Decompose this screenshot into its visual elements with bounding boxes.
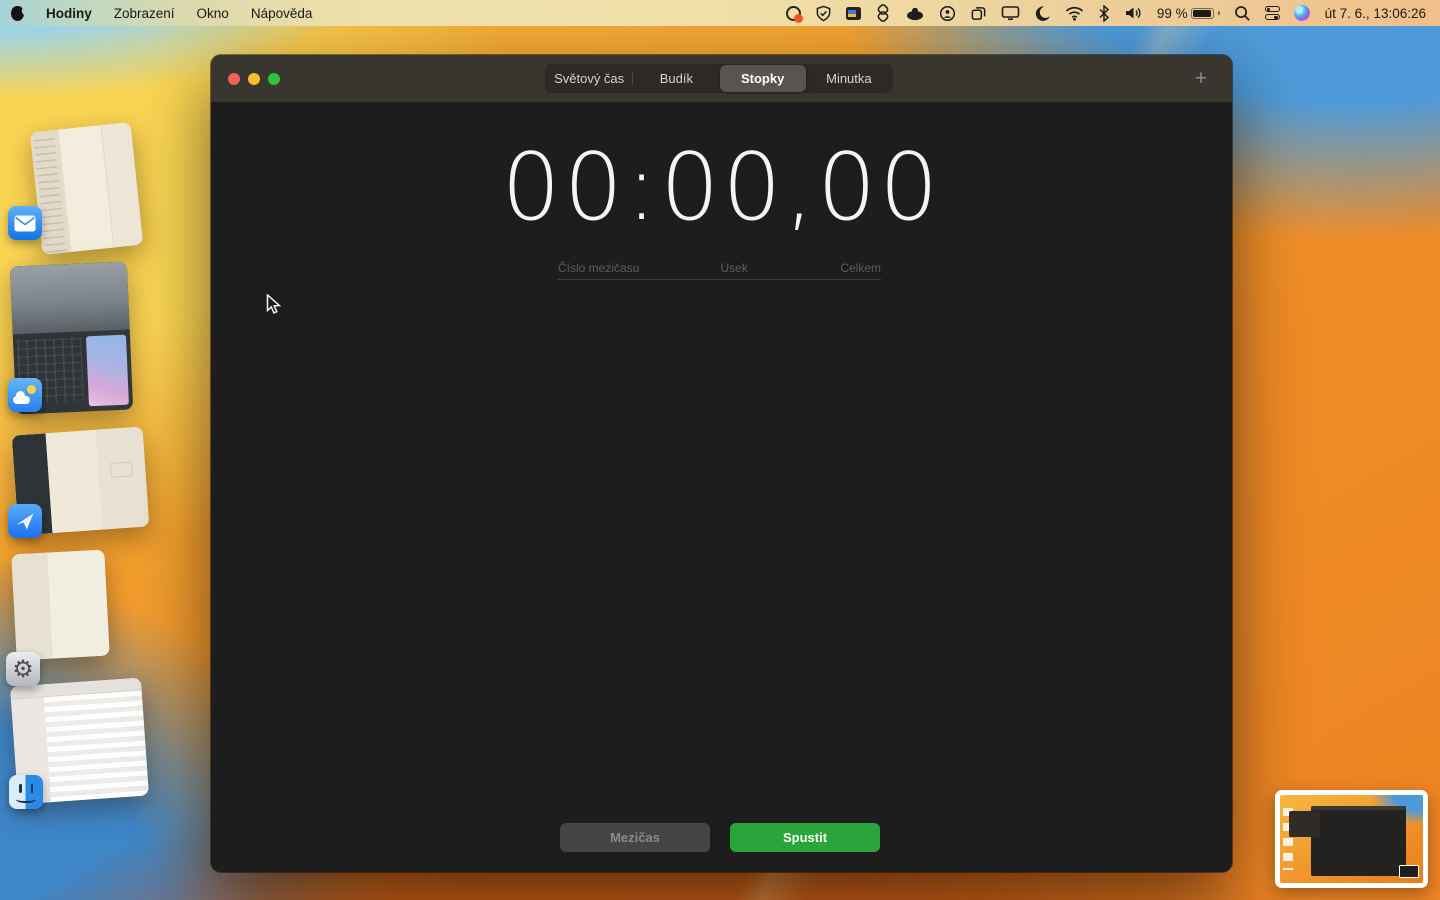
tab-budik[interactable]: Budík [633, 65, 719, 92]
close-button[interactable] [228, 73, 240, 85]
window-titlebar[interactable]: Světový čas Budík Stopky Minutka + [211, 55, 1232, 102]
settings-gear-icon: ⚙ [6, 652, 40, 686]
lap-table-header: Číslo mezičasu Úsek Celkem [558, 256, 881, 280]
lap-col-total: Celkem [840, 260, 881, 275]
minimize-button[interactable] [248, 73, 260, 85]
screenshot-preview[interactable] [1275, 790, 1428, 888]
spark-icon [8, 504, 42, 538]
clock-app-window: Světový čas Budík Stopky Minutka + 00:00… [211, 55, 1232, 872]
menu-okno[interactable]: Okno [186, 0, 240, 26]
battery-icon [1190, 7, 1214, 19]
shield-check-icon[interactable] [808, 0, 839, 26]
add-button[interactable]: + [1188, 66, 1214, 92]
wifi-icon[interactable] [1058, 0, 1091, 26]
account-icon[interactable] [932, 0, 963, 26]
display-icon[interactable] [994, 0, 1027, 26]
control-center-icon[interactable] [1258, 0, 1287, 26]
copy-icon[interactable] [963, 0, 994, 26]
volume-icon[interactable] [1117, 0, 1150, 26]
screenshot-preview-image [1280, 795, 1423, 883]
spotlight-icon[interactable] [1227, 0, 1258, 26]
siri-icon[interactable] [1287, 0, 1317, 26]
battery-percent-label: 99 % [1156, 5, 1188, 21]
tab-svetovy-cas[interactable]: Světový čas [546, 65, 632, 92]
zoom-button[interactable] [268, 73, 280, 85]
lap-col-number: Číslo mezičasu [558, 260, 640, 275]
tab-minutka[interactable]: Minutka [806, 65, 892, 92]
menu-napoveda[interactable]: Nápověda [240, 0, 324, 26]
apple-menu[interactable] [0, 0, 35, 26]
app-swirl-icon[interactable] [779, 0, 808, 26]
stopwatch-time: 00:00,00 [501, 133, 942, 241]
flag-icon[interactable] [839, 0, 868, 26]
finder-icon [9, 775, 43, 809]
menu-bar: Hodiny Zobrazení Okno Nápověda 99 % út 7… [0, 0, 1440, 26]
menu-zobrazeni[interactable]: Zobrazení [103, 0, 186, 26]
tab-bar: Světový čas Budík Stopky Minutka [545, 64, 893, 93]
apple-icon [11, 1, 24, 21]
expose-window-mail[interactable] [29, 122, 144, 255]
mail-icon [8, 206, 42, 240]
moon-icon[interactable] [1027, 0, 1058, 26]
lap-button[interactable]: Mezičas [560, 823, 710, 852]
menubar-clock[interactable]: út 7. 6., 13:06:26 [1317, 6, 1430, 21]
lap-col-split: Úsek [720, 260, 748, 275]
expose-window-settings[interactable] [11, 549, 110, 661]
mouse-cursor [266, 293, 284, 321]
battery-indicator[interactable]: 99 % [1150, 0, 1227, 26]
tab-stopky[interactable]: Stopky [719, 65, 806, 92]
bluetooth-icon[interactable] [1091, 0, 1117, 26]
app-menu-hodiny[interactable]: Hodiny [35, 0, 103, 26]
weather-icon [8, 378, 42, 412]
hat-icon[interactable] [898, 0, 932, 26]
start-button[interactable]: Spustit [730, 823, 880, 852]
layers-icon[interactable] [868, 0, 898, 26]
